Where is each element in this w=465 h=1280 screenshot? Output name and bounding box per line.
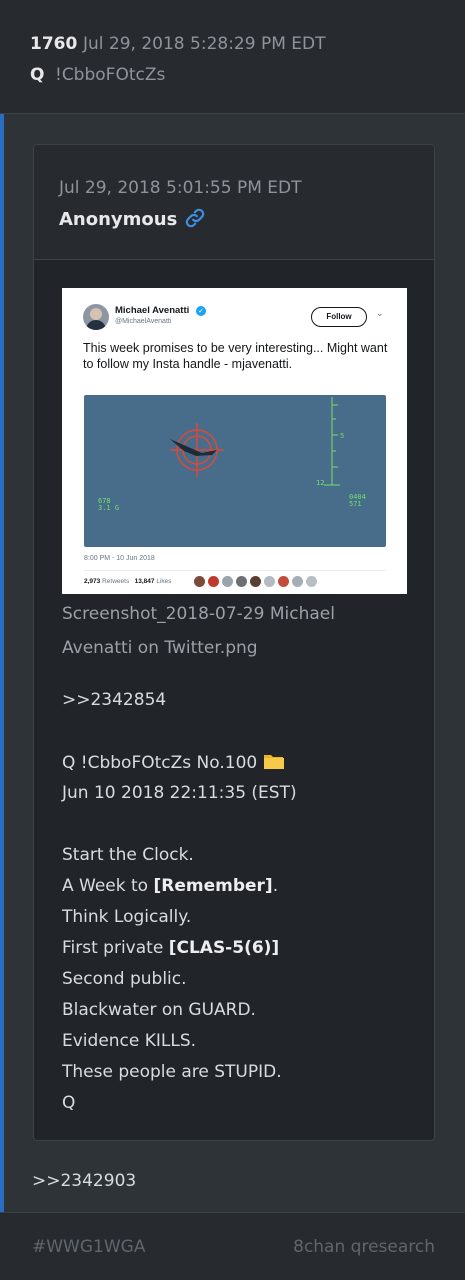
- quoted-post-header: Jul 29, 2018 5:01:55 PM EDT Anonymous: [34, 145, 434, 260]
- reply-reference-link[interactable]: >>2342903: [32, 1171, 136, 1191]
- link-icon[interactable]: [184, 207, 206, 229]
- liker-avatar: [264, 576, 275, 587]
- hud-left-value-2: 3.1 G: [98, 504, 120, 512]
- post-line-bold: [Remember]: [153, 876, 273, 896]
- tweet-retweet-count: 2,973: [84, 578, 101, 585]
- liker-avatar: [292, 576, 303, 587]
- post-line-text: A Week to: [62, 876, 154, 896]
- post-footer: #WWG1WGA 8chan qresearch: [0, 1212, 465, 1280]
- quoted-q-date: Jun 10 2018 22:11:35 (EST): [62, 783, 297, 803]
- post-number: 1760: [30, 34, 78, 54]
- tweet-like-count: 13,847: [134, 578, 155, 585]
- liker-avatar: [278, 576, 289, 587]
- accent-bar: [0, 0, 4, 1212]
- tweet-handle: @MichaelAvenatti: [115, 318, 172, 325]
- liker-avatar: [236, 576, 247, 587]
- post-date: Jul 29, 2018 5:28:29 PM EDT: [83, 34, 326, 54]
- quoted-q-header: Q !CbboFOtcZs No.100: [62, 753, 258, 773]
- hud-right-value-2: 571: [349, 500, 362, 508]
- post-line: These people are STUPID.: [62, 1062, 282, 1082]
- quoted-post-reference-link[interactable]: >>2342854: [62, 690, 166, 710]
- post-line: Start the Clock.: [62, 845, 194, 865]
- post-tripcode: !CbboFOtcZs: [55, 65, 166, 85]
- attachment-filename-line-1: Screenshot_2018-07-29 Michael: [62, 604, 335, 624]
- post-page: 1760 Jul 29, 2018 5:28:29 PM EDT Q !Cbbo…: [0, 0, 465, 1280]
- targeting-reticle: 5: [170, 397, 344, 486]
- tweet-media: 5 678 3.1 G 12 0404 571: [84, 395, 386, 547]
- post-line: First private [CLAS-5(6)]: [62, 938, 279, 958]
- tweet-follow-button: Follow: [311, 307, 367, 327]
- post-line: Think Logically.: [62, 907, 192, 927]
- post-line: Second public.: [62, 969, 187, 989]
- hud-altitude-label: 12: [316, 479, 325, 487]
- tweet-like-label: Likes: [156, 578, 172, 585]
- source-label: 8chan qresearch: [293, 1237, 435, 1257]
- quoted-post-author: Anonymous: [59, 209, 178, 230]
- hashtag: #WWG1WGA: [32, 1237, 146, 1257]
- liker-avatar: [306, 576, 317, 587]
- liker-avatar: [194, 576, 205, 587]
- hud-left-readout: 678 3.1 G: [98, 498, 119, 512]
- post-line: A Week to [Remember].: [62, 876, 278, 896]
- quoted-q-signature: Q !CbboFOtcZs No.100: [62, 752, 285, 773]
- verified-badge-icon: ✓: [196, 306, 206, 316]
- hud-right-readout: 0404 571: [349, 494, 366, 508]
- chevron-down-icon: ⌄: [376, 309, 384, 319]
- quoted-post-card: Jul 29, 2018 5:01:55 PM EDT Anonymous Mi…: [33, 144, 435, 1141]
- post-author: Q: [30, 65, 45, 85]
- post-header: 1760 Jul 29, 2018 5:28:29 PM EDT Q !Cbbo…: [0, 0, 465, 114]
- tweet-retweet-label: Retweets: [102, 578, 130, 585]
- hud-scale-label: 5: [340, 432, 344, 440]
- tweet-author-name: Michael Avenatti: [115, 305, 190, 316]
- post-line-text: First private: [62, 938, 169, 958]
- tweet-stats: 2,973 Retweets 13,847 Likes: [84, 578, 172, 585]
- tweet-text: This week promises to be very interestin…: [83, 341, 388, 371]
- tweet-avatar: [83, 304, 109, 330]
- liker-avatar: [250, 576, 261, 587]
- tweet-divider: [84, 570, 386, 571]
- folder-icon: [263, 755, 284, 769]
- quoted-post-date: Jul 29, 2018 5:01:55 PM EDT: [59, 178, 302, 198]
- post-line: Evidence KILLS.: [62, 1031, 197, 1051]
- post-line: Blackwater on GUARD.: [62, 1000, 256, 1020]
- attachment-filename[interactable]: Screenshot_2018-07-29 Michael Avenatti o…: [62, 597, 412, 665]
- tweet-timestamp: 8:00 PM - 10 Jun 2018: [84, 555, 155, 562]
- attachment-filename-line-2: Avenatti on Twitter.png: [62, 638, 258, 658]
- post-line-bold: [CLAS-5(6)]: [168, 938, 280, 958]
- liker-avatar: [208, 576, 219, 587]
- post-line-text: .: [272, 876, 279, 896]
- post-line: Q: [62, 1093, 76, 1113]
- attachment-image[interactable]: Michael Avenatti ✓ @MichaelAvenatti Foll…: [62, 288, 407, 594]
- liker-avatar: [222, 576, 233, 587]
